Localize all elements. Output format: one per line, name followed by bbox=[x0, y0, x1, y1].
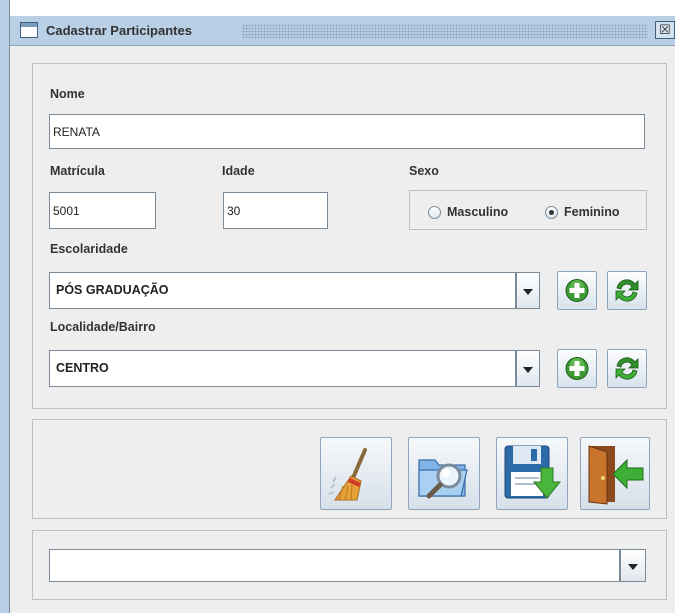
refresh-localidade-button[interactable] bbox=[607, 349, 647, 388]
radio-feminino[interactable] bbox=[545, 206, 558, 219]
exit-door-icon bbox=[588, 445, 644, 505]
window-frame-left bbox=[0, 0, 10, 613]
localidade-value: CENTRO bbox=[56, 361, 109, 375]
radio-masculino[interactable] bbox=[428, 206, 441, 219]
add-localidade-button[interactable] bbox=[557, 349, 597, 388]
nome-label: Nome bbox=[50, 87, 85, 101]
idade-label: Idade bbox=[222, 164, 255, 178]
refresh-escolaridade-button[interactable] bbox=[607, 271, 647, 310]
refresh-icon bbox=[615, 279, 639, 302]
top-strip bbox=[0, 0, 675, 16]
close-button[interactable]: ☒ bbox=[655, 21, 675, 39]
radio-masculino-label[interactable]: Masculino bbox=[447, 205, 508, 219]
title-bar-grip[interactable] bbox=[242, 24, 648, 38]
localidade-dropdown-button[interactable] bbox=[516, 350, 540, 387]
broom-icon bbox=[328, 448, 367, 501]
escolaridade-select[interactable]: PÓS GRADUAÇÃO bbox=[49, 272, 516, 309]
add-escolaridade-button[interactable] bbox=[557, 271, 597, 310]
sexo-label: Sexo bbox=[409, 164, 439, 178]
window-title: Cadastrar Participantes bbox=[46, 23, 192, 38]
escolaridade-dropdown-button[interactable] bbox=[516, 272, 540, 309]
bottom-select[interactable] bbox=[49, 549, 620, 582]
localidade-select[interactable]: CENTRO bbox=[49, 350, 516, 387]
add-icon bbox=[565, 279, 589, 302]
save-button[interactable] bbox=[496, 437, 568, 510]
radio-feminino-label[interactable]: Feminino bbox=[564, 205, 620, 219]
matricula-label: Matrícula bbox=[50, 164, 105, 178]
save-disk-icon bbox=[504, 445, 562, 499]
bottom-dropdown-button[interactable] bbox=[620, 549, 646, 582]
escolaridade-label: Escolaridade bbox=[50, 242, 128, 256]
clear-button[interactable] bbox=[320, 437, 392, 510]
refresh-icon bbox=[615, 357, 639, 380]
add-icon bbox=[565, 357, 589, 380]
window-icon bbox=[20, 22, 38, 38]
nome-input[interactable] bbox=[49, 114, 645, 149]
escolaridade-value: PÓS GRADUAÇÃO bbox=[56, 283, 169, 297]
matricula-input[interactable] bbox=[49, 192, 156, 229]
search-button[interactable] bbox=[408, 437, 480, 510]
exit-button[interactable] bbox=[580, 437, 650, 510]
localidade-label: Localidade/Bairro bbox=[50, 320, 156, 334]
folder-search-icon bbox=[418, 459, 468, 499]
idade-input[interactable] bbox=[223, 192, 328, 229]
